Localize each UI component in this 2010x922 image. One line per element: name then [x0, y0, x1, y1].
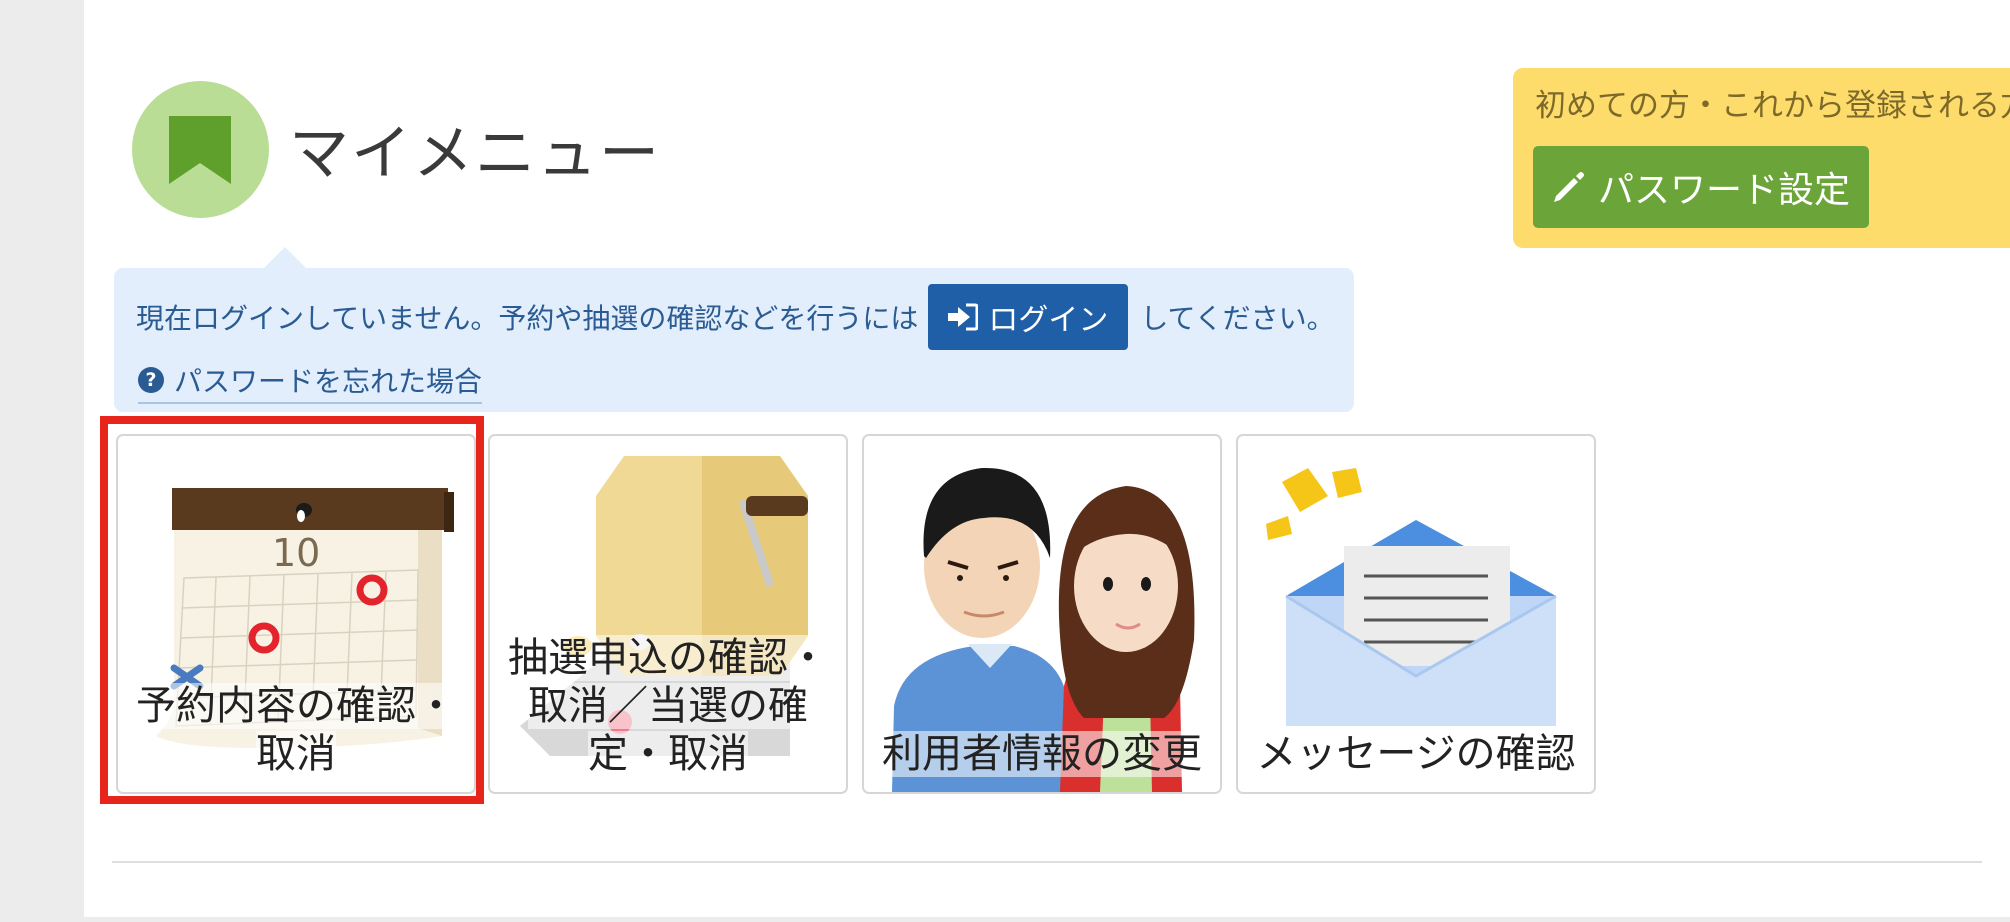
card-messages-label: メッセージの確認	[1256, 731, 1576, 777]
main-panel: マイメニュー 初めての方・これから登録される方 パスワード設定 現在ログインして…	[84, 0, 2010, 917]
card-lottery[interactable]: 抽選申込の確認・取消／当選の確定・取消	[488, 434, 848, 794]
first-time-box: 初めての方・これから登録される方 パスワード設定	[1513, 68, 2010, 248]
card-messages[interactable]: メッセージの確認	[1236, 434, 1596, 794]
login-notice: 現在ログインしていません。予約や抽選の確認などを行うには ログイン してください…	[114, 247, 1354, 412]
mymenu-badge	[132, 81, 269, 218]
forgot-password-label: パスワードを忘れた場合	[174, 365, 483, 398]
pencil-icon	[1553, 172, 1584, 202]
login-button[interactable]: ログイン	[928, 284, 1129, 350]
card-user-info[interactable]: 利用者情報の変更	[862, 434, 1222, 794]
sign-in-icon	[948, 303, 979, 331]
notice-text-before: 現在ログインしていません。予約や抽選の確認などを行うには	[136, 302, 919, 335]
notice-line: 現在ログインしていません。予約や抽選の確認などを行うには ログイン してください…	[136, 283, 1335, 351]
bookmark-icon	[169, 116, 231, 184]
card-lottery-label: 抽選申込の確認・取消／当選の確定・取消	[508, 635, 828, 777]
page-title: マイメニュー	[289, 119, 661, 189]
login-label: ログイン	[988, 303, 1109, 338]
question-circle-icon: ?	[138, 367, 164, 393]
card-reservation-label: 予約内容の確認・取消	[136, 683, 456, 777]
section-divider	[112, 861, 1982, 863]
first-time-text: 初めての方・これから登録される方	[1535, 88, 2010, 124]
password-setup-label: パスワード設定	[1597, 170, 1850, 211]
notice-text-after: してください。	[1140, 302, 1335, 335]
forgot-password-link[interactable]: ? パスワードを忘れた場合	[138, 360, 483, 404]
svg-text:10: 10	[272, 531, 320, 575]
password-setup-button[interactable]: パスワード設定	[1533, 146, 1869, 228]
card-user-info-label: 利用者情報の変更	[882, 731, 1202, 777]
notice-pointer	[264, 247, 306, 268]
card-reservation[interactable]: 10 予約内容の確認・取消	[116, 434, 476, 794]
